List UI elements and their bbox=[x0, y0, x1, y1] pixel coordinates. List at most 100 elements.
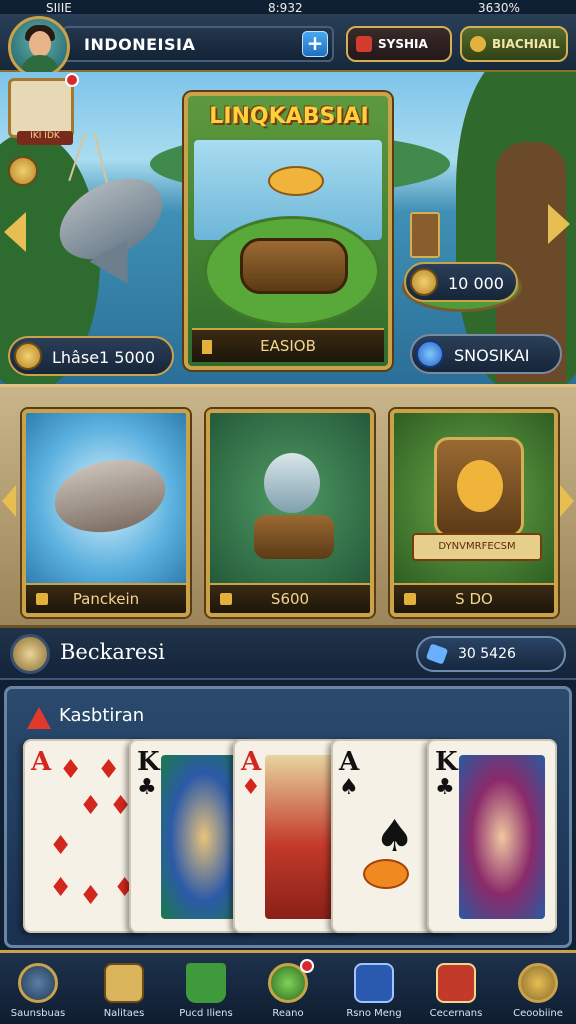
coin-icon[interactable] bbox=[8, 156, 38, 186]
coins-pill[interactable]: 10 000 bbox=[404, 262, 518, 302]
nav-item-chest[interactable]: Rsno Meng bbox=[336, 959, 412, 1024]
notification-dot bbox=[65, 73, 79, 87]
shop-button[interactable]: SYSHIA bbox=[346, 26, 452, 62]
game-card-label: Panckein bbox=[72, 590, 140, 608]
next-arrow-icon[interactable] bbox=[548, 204, 570, 244]
settings-icon bbox=[518, 963, 558, 1003]
username-label: INDONEISIA bbox=[84, 35, 196, 54]
coin-icon bbox=[14, 342, 42, 370]
spade-icon: ♠ bbox=[375, 811, 415, 862]
prev-arrow-icon[interactable] bbox=[4, 212, 26, 252]
fish-icon bbox=[363, 859, 409, 889]
search-icon bbox=[18, 963, 58, 1003]
shop-button-label: SYSHIA bbox=[378, 37, 428, 51]
coin-icon bbox=[410, 268, 438, 296]
gems-balance-value: 30 5426 bbox=[458, 646, 516, 662]
notification-dot bbox=[300, 959, 314, 973]
crest-ribbon: DYNVMRFECSM bbox=[412, 533, 542, 561]
chest-icon bbox=[354, 963, 394, 1003]
tree-icon bbox=[186, 963, 226, 1003]
card-rank: A bbox=[31, 747, 52, 777]
prev-arrow-icon[interactable] bbox=[2, 485, 16, 517]
game-card[interactable]: Panckein bbox=[22, 409, 190, 617]
coins-button[interactable]: BIACHIAIL bbox=[460, 26, 568, 62]
gem-icon bbox=[416, 340, 444, 368]
game-card-label: S DO bbox=[455, 590, 493, 608]
crest-icon bbox=[434, 437, 524, 537]
nav-item-search[interactable]: Saunsbuas bbox=[0, 959, 76, 1024]
playing-card[interactable]: K ♣ bbox=[427, 739, 557, 933]
event-badge-tag: IKI IDK bbox=[17, 131, 73, 145]
balance-pill[interactable]: Lhâse1 5000 bbox=[8, 336, 174, 376]
totem-icon bbox=[410, 212, 440, 258]
barrel-icon bbox=[254, 515, 334, 559]
coins-value: 10 000 bbox=[448, 274, 504, 293]
nav-label: Ceoobiine bbox=[513, 1008, 563, 1019]
card-suit: ♣ bbox=[137, 775, 157, 800]
coin-icon bbox=[470, 36, 486, 52]
barrel-icon bbox=[240, 238, 348, 294]
gems-value: SNOSIKAI bbox=[454, 346, 530, 365]
avatar-face bbox=[29, 31, 51, 57]
battery-text: 3630% bbox=[478, 1, 520, 15]
featured-footer: EASIOB bbox=[192, 328, 384, 362]
next-arrow-icon[interactable] bbox=[560, 485, 574, 517]
nav-label: Cecernans bbox=[429, 1008, 483, 1019]
featured-footer-label: EASIOB bbox=[260, 337, 316, 355]
balance-value: Lhâse1 5000 bbox=[52, 348, 156, 367]
fish-on-barrel-art bbox=[210, 413, 370, 583]
profile-icon[interactable] bbox=[10, 634, 50, 674]
nav-label: Nalitaes bbox=[103, 1008, 145, 1019]
game-card-label: S600 bbox=[270, 590, 310, 608]
card-rank: A bbox=[241, 747, 262, 777]
clock-text: 8:932 bbox=[268, 1, 303, 15]
nav-label: Pucd Iliens bbox=[179, 1008, 233, 1019]
game-card-footer: S DO bbox=[394, 583, 554, 613]
featured-title: LINQKABSIAI bbox=[209, 104, 369, 129]
avatar[interactable] bbox=[8, 16, 70, 78]
fish-in-water-art bbox=[26, 413, 186, 583]
top-bar: INDONEISIA + SYSHIA BIACHIAIL bbox=[0, 14, 576, 78]
username-field[interactable]: INDONEISIA + bbox=[62, 26, 334, 62]
nav-item-home[interactable]: Reano bbox=[250, 959, 326, 1024]
game-scene: IKI IDK LINQKABSIAI EASIOB 10 000 Lhâse1… bbox=[0, 72, 576, 384]
nav-item-tree[interactable]: Pucd Iliens bbox=[168, 959, 244, 1024]
game-card[interactable]: S600 bbox=[206, 409, 374, 617]
card-rank: K bbox=[137, 747, 160, 777]
featured-game-card[interactable]: LINQKABSIAI EASIOB bbox=[184, 92, 392, 370]
section-bar: Beckaresi 30 5426 bbox=[0, 628, 576, 680]
game-card[interactable]: DYNVMRFECSM S DO bbox=[390, 409, 558, 617]
hanging-fish-icon bbox=[46, 162, 176, 295]
nav-label: Reano bbox=[272, 1008, 304, 1019]
nav-label: Saunsbuas bbox=[10, 1008, 66, 1019]
gift-icon bbox=[436, 963, 476, 1003]
coins-button-label: BIACHIAIL bbox=[492, 37, 560, 51]
gem-icon bbox=[425, 643, 449, 665]
card-face-art bbox=[459, 755, 545, 919]
map-icon bbox=[104, 963, 144, 1003]
event-badge[interactable]: IKI IDK bbox=[8, 73, 79, 145]
fish-crest-art: DYNVMRFECSM bbox=[394, 413, 554, 583]
warning-icon bbox=[27, 707, 51, 729]
nav-item-gift[interactable]: Cecernans bbox=[418, 959, 494, 1024]
add-button[interactable]: + bbox=[302, 31, 328, 57]
nav-item-map[interactable]: Nalitaes bbox=[86, 959, 162, 1024]
card-rank: K bbox=[435, 747, 458, 777]
gems-balance-pill[interactable]: 30 5426 bbox=[416, 636, 566, 672]
game-card-footer: S600 bbox=[210, 583, 370, 613]
card-suit: ♠ bbox=[339, 775, 359, 800]
shop-icon bbox=[356, 36, 372, 52]
golden-fish-icon bbox=[457, 460, 503, 512]
fish-icon bbox=[264, 453, 320, 513]
card-suit: ♦ bbox=[241, 775, 261, 800]
section-title: Beckaresi bbox=[60, 640, 165, 664]
cards-panel-title: Kasbtiran bbox=[59, 705, 145, 726]
carrier-text: SIIIE bbox=[46, 1, 72, 15]
nav-item-settings[interactable]: Ceoobiine bbox=[500, 959, 576, 1024]
card-suit: ♣ bbox=[435, 775, 455, 800]
cards-panel: Kasbtiran A ♦ ♦ ♦ ♦ ♦ ♦ ♦ ♦ K ♣ A ♦ A ♠ ♠ K … bbox=[4, 686, 572, 948]
card-rank: A bbox=[339, 747, 360, 777]
bottom-nav: Saunsbuas Nalitaes Pucd Iliens Reano Rsn… bbox=[0, 950, 576, 1024]
nav-label: Rsno Meng bbox=[346, 1008, 402, 1019]
gems-pill[interactable]: SNOSIKAI bbox=[410, 334, 562, 374]
